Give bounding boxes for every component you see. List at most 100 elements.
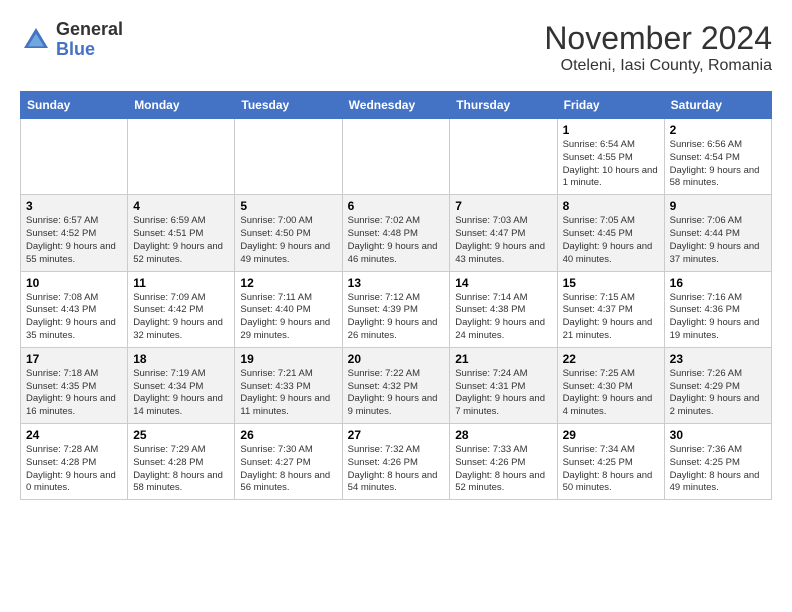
calendar-cell: 8 Sunrise: 7:05 AM Sunset: 4:45 PM Daylig… bbox=[557, 195, 664, 271]
logo-blue: Blue bbox=[56, 40, 123, 60]
day-info: Sunrise: 7:34 AM Sunset: 4:25 PM Dayligh… bbox=[563, 444, 659, 495]
day-info: Sunrise: 6:54 AM Sunset: 4:55 PM Dayligh… bbox=[563, 139, 659, 190]
logo-general: General bbox=[56, 20, 123, 40]
calendar-cell: 10Sunrise: 7:08 AM Sunset: 4:43 PM Dayli… bbox=[21, 271, 128, 347]
day-number: 12 bbox=[240, 276, 336, 290]
day-info: Sunrise: 7:26 AM Sunset: 4:29 PM Dayligh… bbox=[670, 368, 766, 419]
calendar-row-2: 10Sunrise: 7:08 AM Sunset: 4:43 PM Dayli… bbox=[21, 271, 772, 347]
day-info: Sunrise: 7:02 AM Sunset: 4:48 PM Dayligh… bbox=[348, 215, 445, 266]
day-number: 7 bbox=[455, 199, 551, 213]
day-info: Sunrise: 6:59 AM Sunset: 4:51 PM Dayligh… bbox=[133, 215, 229, 266]
calendar-cell: 5 Sunrise: 7:00 AM Sunset: 4:50 PM Daylig… bbox=[235, 195, 342, 271]
day-number: 29 bbox=[563, 428, 659, 442]
calendar-cell: 16 Sunrise: 7:16 AM Sunset: 4:36 PM Dayli… bbox=[664, 271, 771, 347]
day-info: Sunrise: 7:00 AM Sunset: 4:50 PM Dayligh… bbox=[240, 215, 336, 266]
calendar-cell: 13 Sunrise: 7:12 AM Sunset: 4:39 PM Dayli… bbox=[342, 271, 450, 347]
day-info: Sunrise: 7:16 AM Sunset: 4:36 PM Dayligh… bbox=[670, 292, 766, 343]
day-number: 4 bbox=[133, 199, 229, 213]
day-info: Sunrise: 7:18 AM Sunset: 4:35 PM Dayligh… bbox=[26, 368, 122, 419]
day-info: Sunrise: 7:29 AM Sunset: 4:28 PM Dayligh… bbox=[133, 444, 229, 495]
day-number: 18 bbox=[133, 352, 229, 366]
calendar-cell: 20Sunrise: 7:22 AM Sunset: 4:32 PM Dayli… bbox=[342, 347, 450, 423]
day-info: Sunrise: 7:30 AM Sunset: 4:27 PM Dayligh… bbox=[240, 444, 336, 495]
day-number: 17 bbox=[26, 352, 122, 366]
day-number: 3 bbox=[26, 199, 122, 213]
calendar-cell: 23 Sunrise: 7:26 AM Sunset: 4:29 PM Dayli… bbox=[664, 347, 771, 423]
day-info: Sunrise: 6:56 AM Sunset: 4:54 PM Dayligh… bbox=[670, 139, 766, 190]
day-number: 26 bbox=[240, 428, 336, 442]
calendar-cell bbox=[128, 119, 235, 195]
calendar-row-3: 17 Sunrise: 7:18 AM Sunset: 4:35 PM Dayli… bbox=[21, 347, 772, 423]
calendar-cell: 6 Sunrise: 7:02 AM Sunset: 4:48 PM Daylig… bbox=[342, 195, 450, 271]
calendar-cell: 15 Sunrise: 7:15 AM Sunset: 4:37 PM Dayli… bbox=[557, 271, 664, 347]
calendar-cell bbox=[235, 119, 342, 195]
day-info: Sunrise: 7:33 AM Sunset: 4:26 PM Dayligh… bbox=[455, 444, 551, 495]
day-number: 15 bbox=[563, 276, 659, 290]
calendar-cell: 19 Sunrise: 7:21 AM Sunset: 4:33 PM Dayli… bbox=[235, 347, 342, 423]
day-info: Sunrise: 7:06 AM Sunset: 4:44 PM Dayligh… bbox=[670, 215, 766, 266]
location-title: Oteleni, Iasi County, Romania bbox=[544, 57, 772, 75]
day-info: Sunrise: 7:28 AM Sunset: 4:28 PM Dayligh… bbox=[26, 444, 122, 495]
day-info: Sunrise: 7:19 AM Sunset: 4:34 PM Dayligh… bbox=[133, 368, 229, 419]
day-number: 21 bbox=[455, 352, 551, 366]
calendar-cell: 29 Sunrise: 7:34 AM Sunset: 4:25 PM Dayli… bbox=[557, 424, 664, 500]
day-info: Sunrise: 7:08 AM Sunset: 4:43 PM Dayligh… bbox=[26, 292, 122, 343]
day-info: Sunrise: 7:24 AM Sunset: 4:31 PM Dayligh… bbox=[455, 368, 551, 419]
calendar-header-friday: Friday bbox=[557, 92, 664, 119]
day-number: 2 bbox=[670, 123, 766, 137]
calendar-row-0: 1Sunrise: 6:54 AM Sunset: 4:55 PM Daylig… bbox=[21, 119, 772, 195]
calendar-cell: 26 Sunrise: 7:30 AM Sunset: 4:27 PM Dayli… bbox=[235, 424, 342, 500]
calendar-cell: 7 Sunrise: 7:03 AM Sunset: 4:47 PM Daylig… bbox=[450, 195, 557, 271]
calendar-header-wednesday: Wednesday bbox=[342, 92, 450, 119]
day-number: 22 bbox=[563, 352, 659, 366]
day-info: Sunrise: 7:25 AM Sunset: 4:30 PM Dayligh… bbox=[563, 368, 659, 419]
calendar-cell: 27Sunrise: 7:32 AM Sunset: 4:26 PM Dayli… bbox=[342, 424, 450, 500]
day-number: 30 bbox=[670, 428, 766, 442]
calendar-cell: 3 Sunrise: 6:57 AM Sunset: 4:52 PM Daylig… bbox=[21, 195, 128, 271]
calendar-row-4: 24 Sunrise: 7:28 AM Sunset: 4:28 PM Dayli… bbox=[21, 424, 772, 500]
day-number: 9 bbox=[670, 199, 766, 213]
day-number: 6 bbox=[348, 199, 445, 213]
day-number: 28 bbox=[455, 428, 551, 442]
logo: General Blue bbox=[20, 20, 123, 60]
day-number: 16 bbox=[670, 276, 766, 290]
day-info: Sunrise: 7:05 AM Sunset: 4:45 PM Dayligh… bbox=[563, 215, 659, 266]
day-info: Sunrise: 7:11 AM Sunset: 4:40 PM Dayligh… bbox=[240, 292, 336, 343]
calendar-header-saturday: Saturday bbox=[664, 92, 771, 119]
title-section: November 2024 Oteleni, Iasi County, Roma… bbox=[544, 20, 772, 75]
day-number: 19 bbox=[240, 352, 336, 366]
calendar-cell: 12 Sunrise: 7:11 AM Sunset: 4:40 PM Dayli… bbox=[235, 271, 342, 347]
calendar-cell: 22 Sunrise: 7:25 AM Sunset: 4:30 PM Dayli… bbox=[557, 347, 664, 423]
calendar-header-monday: Monday bbox=[128, 92, 235, 119]
day-info: Sunrise: 7:03 AM Sunset: 4:47 PM Dayligh… bbox=[455, 215, 551, 266]
day-number: 25 bbox=[133, 428, 229, 442]
month-title: November 2024 bbox=[544, 20, 772, 57]
calendar-header-tuesday: Tuesday bbox=[235, 92, 342, 119]
day-number: 14 bbox=[455, 276, 551, 290]
day-info: Sunrise: 7:15 AM Sunset: 4:37 PM Dayligh… bbox=[563, 292, 659, 343]
calendar-header-row: SundayMondayTuesdayWednesdayThursdayFrid… bbox=[21, 92, 772, 119]
calendar-cell: 11Sunrise: 7:09 AM Sunset: 4:42 PM Dayli… bbox=[128, 271, 235, 347]
day-number: 8 bbox=[563, 199, 659, 213]
calendar-header-sunday: Sunday bbox=[21, 92, 128, 119]
calendar-cell bbox=[342, 119, 450, 195]
calendar-row-1: 3 Sunrise: 6:57 AM Sunset: 4:52 PM Daylig… bbox=[21, 195, 772, 271]
day-number: 13 bbox=[348, 276, 445, 290]
calendar-cell: 1Sunrise: 6:54 AM Sunset: 4:55 PM Daylig… bbox=[557, 119, 664, 195]
day-info: Sunrise: 6:57 AM Sunset: 4:52 PM Dayligh… bbox=[26, 215, 122, 266]
calendar-cell: 14 Sunrise: 7:14 AM Sunset: 4:38 PM Dayli… bbox=[450, 271, 557, 347]
day-number: 5 bbox=[240, 199, 336, 213]
day-info: Sunrise: 7:21 AM Sunset: 4:33 PM Dayligh… bbox=[240, 368, 336, 419]
calendar-cell: 25 Sunrise: 7:29 AM Sunset: 4:28 PM Dayli… bbox=[128, 424, 235, 500]
day-number: 20 bbox=[348, 352, 445, 366]
day-number: 23 bbox=[670, 352, 766, 366]
logo-icon bbox=[20, 24, 52, 56]
day-number: 11 bbox=[133, 276, 229, 290]
calendar-cell: 30Sunrise: 7:36 AM Sunset: 4:25 PM Dayli… bbox=[664, 424, 771, 500]
day-number: 24 bbox=[26, 428, 122, 442]
day-info: Sunrise: 7:14 AM Sunset: 4:38 PM Dayligh… bbox=[455, 292, 551, 343]
day-info: Sunrise: 7:32 AM Sunset: 4:26 PM Dayligh… bbox=[348, 444, 445, 495]
day-info: Sunrise: 7:12 AM Sunset: 4:39 PM Dayligh… bbox=[348, 292, 445, 343]
calendar-cell: 28 Sunrise: 7:33 AM Sunset: 4:26 PM Dayli… bbox=[450, 424, 557, 500]
calendar-cell: 24 Sunrise: 7:28 AM Sunset: 4:28 PM Dayli… bbox=[21, 424, 128, 500]
